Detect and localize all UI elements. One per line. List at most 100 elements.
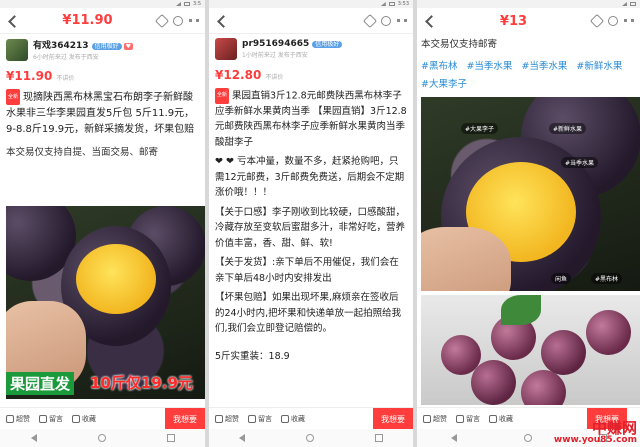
credit-badge: 信用极好 (91, 43, 122, 50)
price: ¥12.80 (215, 68, 262, 82)
nav-back-icon[interactable] (30, 434, 37, 442)
favorite-button[interactable]: 收藏 (281, 414, 305, 424)
bottom-action-bar: 超赞 留言 收藏 我想要 (0, 407, 205, 430)
more-icon[interactable] (188, 18, 199, 22)
more-icon[interactable] (397, 18, 407, 22)
system-nav-bar (0, 429, 205, 447)
photo-tag-pill: #黑布林 (591, 273, 623, 284)
star-icon (281, 414, 289, 423)
comment-icon (456, 414, 464, 423)
item-description: 全新 现摘陕西黑布林黑宝石布朗李子新鲜酸水果非三华李果园直发5斤包 5斤11.9元… (0, 87, 205, 140)
more-icon[interactable] (623, 19, 634, 22)
price: ¥11.90 (6, 69, 53, 83)
tag-link[interactable]: #黑布林 (421, 58, 457, 72)
seller-subtitle: 1小时前来过 发布于西安 (242, 52, 308, 59)
hand-shape (421, 227, 511, 291)
battery-icon (388, 2, 395, 6)
item-description: 全新 果园直销3斤12.8元邮费陕西黑布林李子应季新鲜水果黄肉当季 【果园直销】3… (209, 86, 413, 152)
seller-name: pr951694665 信用极好 (242, 39, 343, 49)
product-photo-1[interactable]: #大果李子 #新鲜水果 #当季水果 闲鱼 #黑布林 (421, 97, 640, 291)
product-photo[interactable]: 果园直发 10斤仅19.9元 (6, 206, 205, 399)
comment-button[interactable]: 留言 (248, 414, 272, 424)
seller-subtitle: 6小时前来过 发布于西安 (33, 54, 99, 61)
comment-button[interactable]: 留言 (456, 414, 480, 424)
top-bar: ¥13 (417, 8, 640, 34)
caption-price: 10斤仅19.9元 (90, 374, 193, 392)
tag-link[interactable]: #大果李子 (421, 76, 467, 90)
caption-orchard: 果园直发 (6, 372, 75, 395)
promo-text: ❤ ❤ 亏本冲量，数量不多，赶紧抢购吧，只需12元邮费，3斤邮费免费送，后期会不… (215, 156, 405, 199)
plum-shape (471, 360, 516, 405)
compensation-text: 【坏果包赔】如果出现坏果,麻烦亲在签收后的24小时内,把坏果和快递单放一起拍照给… (215, 292, 402, 335)
thumbs-up-icon (423, 414, 431, 423)
favorite-icon[interactable] (589, 13, 605, 29)
tag-link[interactable]: #当季水果 (466, 58, 512, 72)
back-icon[interactable] (423, 14, 435, 28)
top-price: ¥13 (499, 13, 528, 29)
want-button[interactable]: 我想要 (373, 408, 413, 430)
tag-list: #黑布林 #当季水果 #当季水果 #新鲜水果 #大果李子 (417, 52, 640, 96)
favorite-button[interactable]: 收藏 (489, 414, 513, 424)
want-button[interactable]: 我想要 (165, 408, 205, 430)
no-bargain: 不讲价 (265, 74, 284, 81)
phone-screen-2: 3:53 pr951694665 信用极好 1小时前来过 发布于西安 ¥12.80… (209, 0, 413, 447)
avatar[interactable] (6, 38, 28, 61)
xianyu-watermark: 闲鱼 (551, 273, 572, 284)
status-time: 3:5 (192, 1, 201, 7)
nav-back-icon[interactable] (239, 434, 246, 442)
tag-link[interactable]: #新鲜水果 (576, 58, 622, 72)
like-button[interactable]: 超赞 (423, 414, 447, 424)
site-watermark: 中赚网 www.you85.com (554, 421, 637, 445)
star-icon (489, 414, 497, 423)
product-photo-2[interactable] (421, 295, 640, 405)
credit-badge: 信用极好 (312, 41, 343, 48)
nav-back-icon[interactable] (450, 434, 457, 442)
comment-icon (248, 414, 256, 423)
system-nav-bar (209, 429, 413, 447)
share-icon[interactable] (381, 15, 391, 26)
like-button[interactable]: 超赞 (6, 414, 30, 424)
favorite-button[interactable]: 收藏 (72, 414, 96, 424)
seller-info[interactable]: pr951694665 信用极好 1小时前来过 发布于西安 (209, 34, 413, 64)
like-button[interactable]: 超赞 (215, 414, 239, 424)
watermark-cn: 中赚网 (591, 419, 637, 437)
weight-text: 5斤实重装：18.9 (215, 350, 290, 362)
nav-home-icon[interactable] (523, 434, 532, 442)
status-bar: 3:53 (209, 0, 413, 8)
avatar[interactable] (215, 38, 237, 60)
favorite-icon[interactable] (362, 13, 378, 28)
leaf-shape (501, 295, 541, 325)
top-bar (209, 8, 413, 34)
seller-name: 有戏364213 信用极好 ♥ (33, 41, 133, 51)
comment-button[interactable]: 留言 (39, 414, 63, 424)
star-icon (72, 414, 80, 423)
nav-recent-icon[interactable] (166, 434, 175, 442)
trade-note: 本交易仅支持自提、当面交易、邮寄 (6, 147, 159, 158)
thumbs-up-icon (6, 414, 14, 423)
nav-home-icon[interactable] (305, 434, 314, 442)
seller-info[interactable]: 有戏364213 信用极好 ♥ 6小时前来过 发布于西安 (0, 34, 205, 65)
heart-badge-icon: ♥ (123, 43, 133, 50)
trade-note: 本交易仅支持邮寄 (421, 39, 498, 50)
nav-home-icon[interactable] (97, 434, 106, 442)
photo-tag-pill: #新鲜水果 (549, 123, 587, 134)
status-time: 3:53 (397, 1, 409, 7)
share-icon[interactable] (172, 15, 183, 26)
plum-shape (586, 310, 631, 355)
new-tag: 全新 (215, 88, 230, 104)
top-bar: ¥11.90 (0, 8, 205, 34)
back-icon[interactable] (215, 14, 227, 28)
favorite-icon[interactable] (154, 13, 170, 28)
taste-text: 【关于口感】李子刚收到比较硬，口感酸甜，冷藏存放至变软后蜜甜多汁，非常好吃，营养… (215, 206, 406, 249)
watermark-url: www.you85.com (553, 435, 637, 445)
photo-tag-pill: #大果李子 (461, 123, 499, 134)
share-icon[interactable] (607, 16, 618, 26)
thumbs-up-icon (215, 414, 223, 423)
back-icon[interactable] (6, 14, 18, 28)
tag-link[interactable]: #当季水果 (521, 58, 567, 72)
nav-recent-icon[interactable] (374, 434, 383, 442)
comment-icon (39, 414, 47, 423)
no-bargain: 不讲价 (56, 75, 75, 82)
top-price: ¥11.90 (62, 13, 113, 28)
status-bar (417, 0, 640, 8)
